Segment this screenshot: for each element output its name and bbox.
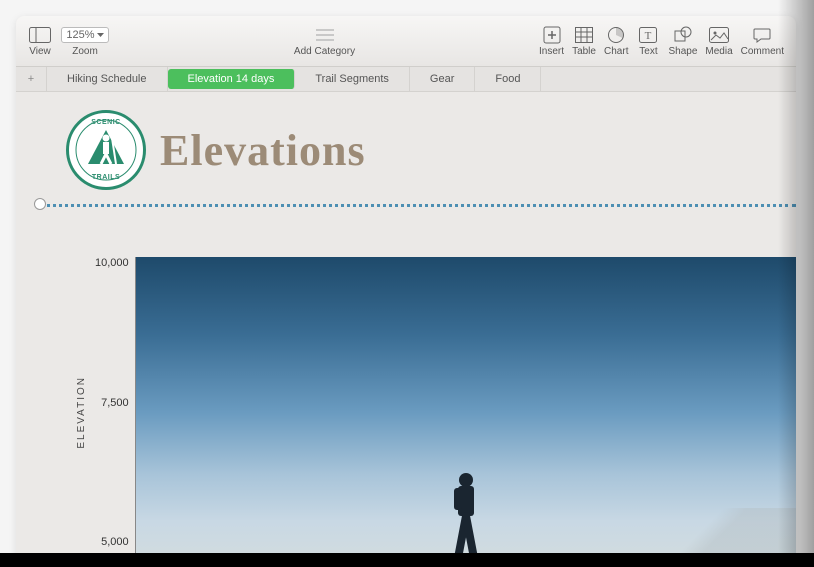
- view-label: View: [29, 46, 51, 57]
- sidebar-icon: [28, 25, 52, 45]
- guide-handle[interactable]: [34, 198, 46, 210]
- chart-button[interactable]: Chart: [604, 25, 628, 57]
- svg-text:T: T: [645, 30, 652, 42]
- tab-label: Gear: [430, 73, 454, 85]
- zoom-value: 125%: [66, 29, 94, 41]
- page-title[interactable]: Elevations: [160, 125, 366, 176]
- zoom-control[interactable]: 125% Zoom: [60, 25, 110, 57]
- plus-box-icon: [540, 25, 564, 45]
- comment-icon: [750, 25, 774, 45]
- logo-text-bottom: TRAILS: [92, 174, 120, 181]
- tab-label: Hiking Schedule: [67, 73, 147, 85]
- insert-button[interactable]: Insert: [539, 25, 564, 57]
- elevation-chart[interactable]: ELEVATION 10,000 7,500 5,000: [76, 257, 796, 566]
- sheet-canvas[interactable]: SCENIC TRAILS Elevations ELEVATION 10,00…: [16, 92, 796, 566]
- chevron-down-icon: [97, 33, 104, 38]
- text-label: Text: [639, 46, 657, 57]
- y-tick: 7,500: [95, 397, 129, 409]
- table-label: Table: [572, 46, 596, 57]
- add-category-button[interactable]: Add Category: [294, 25, 355, 57]
- media-label: Media: [705, 46, 732, 57]
- sheet-tab-bar: + Hiking Schedule Elevation 14 days Trai…: [16, 67, 796, 92]
- logo-text-top: SCENIC: [91, 119, 120, 126]
- tab-food[interactable]: Food: [475, 67, 541, 91]
- tab-label: Food: [495, 73, 520, 85]
- list-icon: [313, 25, 337, 45]
- zoom-label: Zoom: [72, 46, 98, 57]
- logo-badge[interactable]: SCENIC TRAILS: [66, 110, 146, 190]
- app-window: View 125% Zoom Add Category Insert: [16, 16, 796, 566]
- shape-button[interactable]: Shape: [668, 25, 697, 57]
- shape-icon: [671, 25, 695, 45]
- tab-gear[interactable]: Gear: [410, 67, 475, 91]
- tab-label: Elevation 14 days: [188, 73, 275, 85]
- add-sheet-button[interactable]: +: [16, 67, 47, 91]
- image-icon: [707, 25, 731, 45]
- add-category-label: Add Category: [294, 46, 355, 57]
- insert-label: Insert: [539, 46, 564, 57]
- view-button[interactable]: View: [28, 25, 52, 57]
- zoom-value-box[interactable]: 125%: [61, 27, 108, 43]
- text-button[interactable]: T Text: [636, 25, 660, 57]
- tab-trail-segments[interactable]: Trail Segments: [295, 67, 410, 91]
- plus-icon: +: [28, 73, 34, 85]
- chart-label: Chart: [604, 46, 628, 57]
- comment-button[interactable]: Comment: [741, 25, 784, 57]
- table-icon: [572, 25, 596, 45]
- device-frame-bottom: [0, 553, 814, 567]
- comment-label: Comment: [741, 46, 784, 57]
- media-button[interactable]: Media: [705, 25, 732, 57]
- chart-plot-area: [135, 257, 796, 566]
- y-tick: 10,000: [95, 257, 129, 269]
- tab-elevation-14-days[interactable]: Elevation 14 days: [168, 69, 296, 89]
- text-icon: T: [636, 25, 660, 45]
- divider-guide: [40, 204, 796, 207]
- y-axis-ticks: 10,000 7,500 5,000: [95, 257, 135, 566]
- tab-hiking-schedule[interactable]: Hiking Schedule: [47, 67, 168, 91]
- pie-chart-icon: [604, 25, 628, 45]
- hiker-silhouette: [436, 468, 496, 566]
- y-axis-label: ELEVATION: [76, 376, 87, 449]
- table-button[interactable]: Table: [572, 25, 596, 57]
- shape-label: Shape: [668, 46, 697, 57]
- tab-label: Trail Segments: [315, 73, 389, 85]
- page-header: SCENIC TRAILS Elevations: [16, 92, 796, 202]
- toolbar: View 125% Zoom Add Category Insert: [16, 16, 796, 67]
- y-tick: 5,000: [95, 536, 129, 548]
